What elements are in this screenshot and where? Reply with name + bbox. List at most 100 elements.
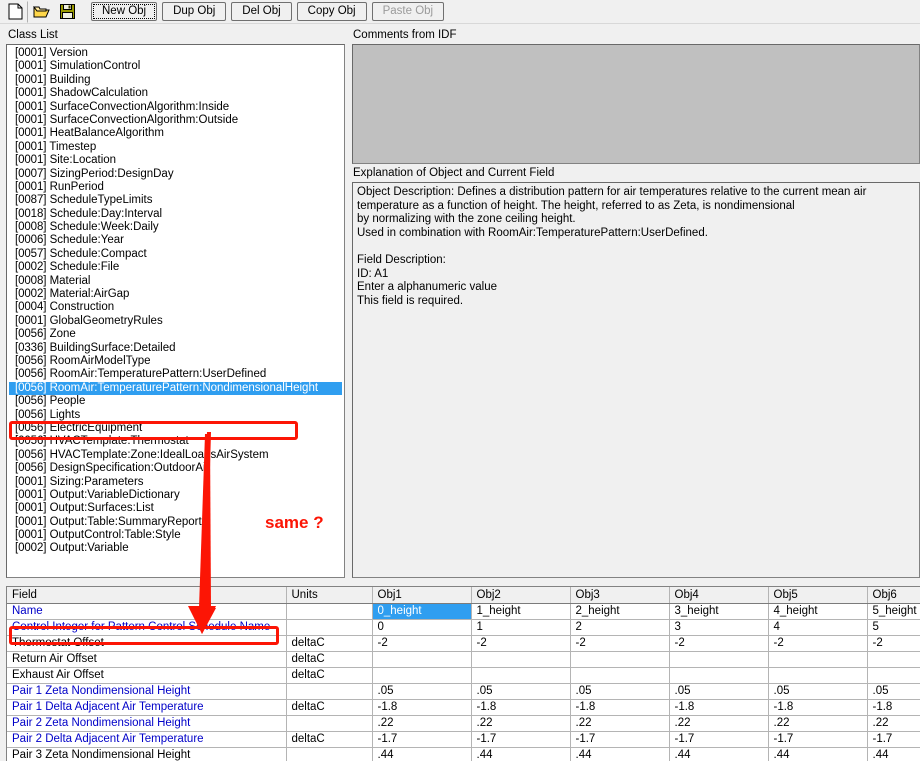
value-cell[interactable]	[372, 651, 472, 668]
class-list-item[interactable]: [0002] Material:AirGap	[9, 288, 342, 301]
value-cell[interactable]	[867, 651, 920, 668]
class-list-item[interactable]: [0001] Output:VariableDictionary	[9, 489, 342, 502]
value-cell[interactable]: 5	[867, 619, 920, 636]
value-cell[interactable]	[669, 667, 769, 684]
class-list-item[interactable]: [0056] ElectricEquipment	[9, 422, 342, 435]
table-row[interactable]: Pair 1 Delta Adjacent Air Temperature del…	[7, 699, 920, 716]
field-name-cell[interactable]: Thermostat Offset	[7, 635, 287, 652]
value-cell[interactable]: -2	[669, 635, 769, 652]
column-header[interactable]: Obj5	[768, 587, 868, 604]
field-name-cell[interactable]: Pair 1 Zeta Nondimensional Height	[7, 683, 287, 700]
class-list-item[interactable]: [0001] RunPeriod	[9, 181, 342, 194]
open-file-button[interactable]	[29, 0, 54, 23]
value-cell[interactable]: -2	[372, 635, 472, 652]
value-cell[interactable]: .05	[669, 683, 769, 700]
value-cell[interactable]: -1.8	[471, 699, 571, 716]
value-cell[interactable]: -2	[768, 635, 868, 652]
value-cell[interactable]: 2	[570, 619, 670, 636]
class-list-item[interactable]: [0001] Sizing:Parameters	[9, 476, 342, 489]
field-name-cell[interactable]: Exhaust Air Offset	[7, 667, 287, 684]
class-list-item[interactable]: [0018] Schedule:Day:Interval	[9, 208, 342, 221]
column-header[interactable]: Obj6	[867, 587, 920, 604]
class-list-item[interactable]: [0001] Version	[9, 47, 342, 60]
del-obj-button[interactable]: Del Obj	[231, 2, 292, 21]
value-cell[interactable]: 1	[471, 619, 571, 636]
value-cell[interactable]	[471, 651, 571, 668]
value-cell[interactable]: .05	[471, 683, 571, 700]
class-list-item[interactable]: [0056] DesignSpecification:OutdoorAir	[9, 462, 342, 475]
copy-obj-button[interactable]: Copy Obj	[296, 2, 367, 21]
class-list-item[interactable]: [0001] ShadowCalculation	[9, 87, 342, 100]
value-cell[interactable]: .05	[768, 683, 868, 700]
save-file-button[interactable]	[55, 0, 80, 23]
field-name-cell[interactable]: Pair 2 Delta Adjacent Air Temperature	[7, 731, 287, 748]
value-cell[interactable]: -1.7	[372, 731, 472, 748]
value-cell[interactable]	[768, 667, 868, 684]
value-cell[interactable]: -1.7	[669, 731, 769, 748]
class-list-item[interactable]: [0057] Schedule:Compact	[9, 248, 342, 261]
new-file-button[interactable]	[3, 0, 28, 23]
value-cell[interactable]: -1.8	[669, 699, 769, 716]
table-row[interactable]: Pair 2 Delta Adjacent Air Temperature del…	[7, 731, 920, 748]
class-list-item[interactable]: [0004] Construction	[9, 301, 342, 314]
class-list-item[interactable]: [0001] OutputControl:Table:Style	[9, 529, 342, 542]
class-list-item[interactable]: [0056] HVACTemplate:Thermostat	[9, 435, 342, 448]
value-cell[interactable]: .22	[471, 715, 571, 732]
value-cell[interactable]: 3_height	[669, 603, 769, 620]
value-cell[interactable]: -1.7	[867, 731, 920, 748]
field-name-cell[interactable]: Pair 3 Zeta Nondimensional Height	[7, 747, 287, 761]
value-cell[interactable]: 2_height	[570, 603, 670, 620]
value-cell[interactable]: -1.7	[570, 731, 670, 748]
field-name-cell[interactable]: Control Integer for Pattern Control Sche…	[7, 619, 287, 636]
value-cell[interactable]: 0	[372, 619, 472, 636]
value-cell[interactable]: .05	[372, 683, 472, 700]
table-row[interactable]: Control Integer for Pattern Control Sche…	[7, 619, 920, 636]
value-cell[interactable]: 0_height	[372, 603, 472, 620]
class-list-item[interactable]: [0056] Lights	[9, 409, 342, 422]
value-cell[interactable]: -1.7	[768, 731, 868, 748]
value-cell[interactable]: .22	[372, 715, 472, 732]
value-cell[interactable]: .44	[669, 747, 769, 761]
value-cell[interactable]	[570, 651, 670, 668]
value-cell[interactable]	[867, 667, 920, 684]
value-cell[interactable]: .44	[471, 747, 571, 761]
value-cell[interactable]	[570, 667, 670, 684]
table-row[interactable]: Pair 3 Zeta Nondimensional Height .44.44.…	[7, 747, 920, 761]
class-list-item[interactable]: [0001] Building	[9, 74, 342, 87]
value-cell[interactable]	[669, 651, 769, 668]
value-cell[interactable]: -2	[570, 635, 670, 652]
class-list-item[interactable]: [0001] Site:Location	[9, 154, 342, 167]
value-cell[interactable]: .05	[867, 683, 920, 700]
object-field-grid[interactable]: Field Units Obj1 Obj2 Obj3 Obj4 Obj5 Obj6 Name 0…	[6, 586, 920, 761]
field-name-cell[interactable]: Pair 1 Delta Adjacent Air Temperature	[7, 699, 287, 716]
value-cell[interactable]: .44	[372, 747, 472, 761]
value-cell[interactable]: -1.8	[867, 699, 920, 716]
class-list-item[interactable]: [0087] ScheduleTypeLimits	[9, 194, 342, 207]
table-row[interactable]: Thermostat Offset deltaC -2 -2 -2 -2 -2 -2	[7, 635, 920, 652]
value-cell[interactable]: .22	[768, 715, 868, 732]
value-cell[interactable]: .05	[570, 683, 670, 700]
class-list-item[interactable]: [0056] HVACTemplate:Zone:IdealLoadsAirSy…	[9, 449, 342, 462]
class-list-panel[interactable]: [0001] Version [0001] SimulationControl [0…	[6, 44, 345, 578]
value-cell[interactable]: -1.8	[372, 699, 472, 716]
comments-from-idf-textarea[interactable]	[352, 44, 920, 164]
class-list-item[interactable]: [0001] Output:Surfaces:List	[9, 502, 342, 515]
class-list-item[interactable]: [0001] Output:Table:SummaryReports	[9, 516, 342, 529]
column-header[interactable]: Obj1	[372, 587, 472, 604]
value-cell[interactable]: -1.8	[570, 699, 670, 716]
class-list-item[interactable]: [0001] SimulationControl	[9, 60, 342, 73]
column-header[interactable]: Obj4	[669, 587, 769, 604]
class-list-item[interactable]: [0056] RoomAirModelType	[9, 355, 342, 368]
field-name-cell[interactable]: Name	[7, 603, 287, 620]
field-name-cell[interactable]: Pair 2 Zeta Nondimensional Height	[7, 715, 287, 732]
class-list-item[interactable]: [0001] SurfaceConvectionAlgorithm:Inside	[9, 101, 342, 114]
table-row[interactable]: Exhaust Air Offset deltaC	[7, 667, 920, 684]
class-list-item[interactable]: [0001] GlobalGeometryRules	[9, 315, 342, 328]
column-header[interactable]: Obj2	[471, 587, 571, 604]
value-cell[interactable]	[471, 667, 571, 684]
dup-obj-button[interactable]: Dup Obj	[162, 2, 227, 21]
class-list-item[interactable]: [0001] SurfaceConvectionAlgorithm:Outsid…	[9, 114, 342, 127]
table-row[interactable]: Pair 2 Zeta Nondimensional Height .22.22.…	[7, 715, 920, 732]
class-list-item[interactable]: [0001] HeatBalanceAlgorithm	[9, 127, 342, 140]
class-list-item[interactable]: [0001] Timestep	[9, 141, 342, 154]
